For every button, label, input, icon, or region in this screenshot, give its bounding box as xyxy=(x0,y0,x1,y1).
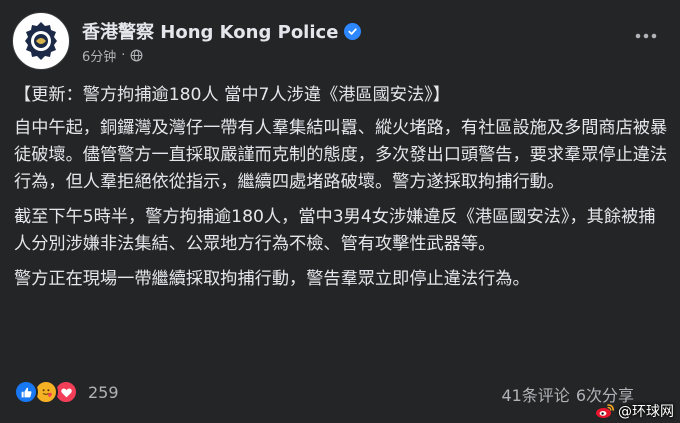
weibo-logo-icon xyxy=(596,404,614,418)
reaction-count: 259 xyxy=(88,382,119,402)
post-headline: 【更新：警方拘捕逾180人 當中7人涉違《港區國安法》】 xyxy=(14,85,450,105)
post-header: 香港警察 Hong Kong Police 6分钟 · xyxy=(12,10,668,72)
page-name-line: 香港警察 Hong Kong Police xyxy=(82,18,362,44)
watermark-text: @环球网 xyxy=(618,404,674,420)
watermark: @环球网 xyxy=(595,401,674,421)
page-name[interactable]: 香港警察 Hong Kong Police xyxy=(82,18,338,44)
post-meta: 6分钟 · xyxy=(82,46,143,65)
police-badge-icon xyxy=(18,18,64,64)
post-paragraph: 警方正在現場一帶繼續採取拘捕行動，警告羣眾立即停止違法行為。 xyxy=(14,269,530,289)
post-footer: 259 41条评论 6次分享 xyxy=(14,376,670,408)
post-text: 【更新：警方拘捕逾180人 當中7人涉違《港區國安法》】 自中午起，銅鑼灣及灣仔… xyxy=(14,82,670,301)
post-card: 香港警察 Hong Kong Police 6分钟 · 【更新：警方拘捕逾180… xyxy=(0,0,680,423)
like-icon xyxy=(14,380,38,404)
globe-icon xyxy=(130,49,143,62)
comments-count-link[interactable]: 41条评论 xyxy=(501,382,569,406)
verified-badge-icon xyxy=(344,22,362,40)
more-options-icon[interactable] xyxy=(628,22,664,50)
post-paragraph: 截至下午5時半，警方拘捕逾180人，當中3男4女涉嫌違反《港區國安法》，其餘被捕… xyxy=(14,207,656,254)
meta-separator: · xyxy=(121,48,126,63)
post-timestamp[interactable]: 6分钟 xyxy=(82,46,116,65)
reactions-summary[interactable]: 259 xyxy=(14,380,119,404)
post-paragraph: 自中午起，銅鑼灣及灣仔一帶有人羣集結叫囂、縱火堵路，有社區設施及多間商店被暴徒破… xyxy=(14,118,668,192)
page-avatar[interactable] xyxy=(12,12,70,70)
